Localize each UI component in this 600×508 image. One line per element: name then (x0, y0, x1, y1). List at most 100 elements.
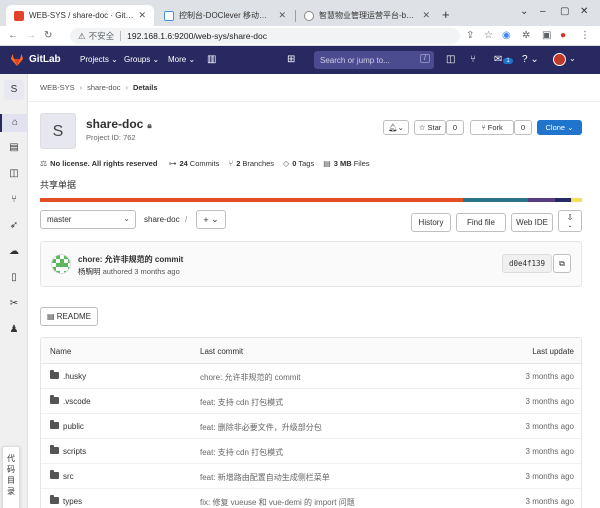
commit-message[interactable]: feat: 新增路由配置自动生成侧栏菜单 (200, 472, 330, 483)
profile-icon[interactable]: ● (560, 30, 566, 41)
folder-name[interactable]: .vscode (63, 397, 91, 406)
find-file-button[interactable]: Find file (456, 213, 506, 232)
new-tab-button[interactable]: + (442, 7, 450, 22)
branches-label: Branches (242, 158, 275, 168)
files-stat[interactable]: ▤ 3 MB Files (323, 159, 369, 168)
table-row[interactable]: .vscode feat: 支持 cdn 打包模式 3 months ago (41, 389, 581, 414)
history-button[interactable]: History (411, 213, 451, 232)
fork-count[interactable]: 0 (514, 120, 532, 135)
user-avatar[interactable] (553, 53, 566, 66)
rocket-icon: ➶ (9, 220, 19, 231)
nav-more[interactable]: More ⌄ (168, 55, 195, 64)
language-segment[interactable] (527, 198, 555, 202)
readme-button[interactable]: ▤ README (40, 307, 98, 326)
admin-chart-icon[interactable]: ▥ (207, 54, 216, 65)
folder-name[interactable]: types (63, 497, 82, 506)
breadcrumb-current[interactable]: Details (133, 83, 158, 92)
breadcrumb-group[interactable]: WEB-SYS (40, 83, 75, 92)
language-segment[interactable] (554, 198, 572, 202)
language-segment[interactable] (40, 198, 463, 202)
close-tab-icon[interactable]: ✕ (274, 10, 286, 21)
commit-message[interactable]: feat: 删除非必要文件，升级部分包 (200, 422, 322, 433)
url-field[interactable]: ⚠ 不安全 192.168.1.6:9200/web-sys/share-doc (70, 28, 460, 44)
extensions-puzzle-icon[interactable]: ✲ (522, 30, 530, 41)
commit-sha[interactable]: d0e4f139 (502, 254, 552, 273)
repo-path[interactable]: share-doc (144, 215, 180, 224)
close-tab-icon[interactable]: ✕ (418, 10, 430, 21)
extension-icon[interactable]: ◉ (502, 30, 511, 41)
issues-icon[interactable]: ◫ (446, 54, 455, 65)
commit-title[interactable]: chore: 允许非规范的 commit (78, 254, 183, 265)
sidebar-item-members[interactable]: ♟ (0, 324, 28, 335)
sidebar-item-cicd[interactable]: ➶ (0, 220, 28, 231)
notification-button[interactable]: 🔔︎⌄ (383, 120, 409, 135)
gitlab-logo-icon[interactable] (10, 53, 24, 67)
code-directory-toggle[interactable]: 代 码 目 录 (2, 446, 20, 508)
create-new-icon[interactable]: ⊞ (287, 54, 295, 65)
table-row[interactable]: .husky chore: 允许非规范的 commit 3 months ago (41, 364, 581, 389)
folder-name[interactable]: public (63, 422, 84, 431)
help-icon[interactable]: ? ⌄ (522, 54, 539, 65)
table-row[interactable]: types fix: 修复 vueuse 和 vue-demi 的 import … (41, 489, 581, 508)
code-dir-char: 录 (7, 487, 15, 496)
web-ide-button[interactable]: Web IDE (511, 213, 553, 232)
commit-message[interactable]: feat: 支持 cdn 打包模式 (200, 397, 283, 408)
sidebar-item-operations[interactable]: ☁ (0, 246, 28, 257)
browser-tab[interactable]: 智慧物业管理运营平台-beta测试 ✕ (296, 5, 438, 26)
folder-name[interactable]: .husky (63, 372, 86, 381)
folder-name[interactable]: src (63, 472, 74, 481)
commit-message[interactable]: chore: 允许非规范的 commit (200, 372, 300, 383)
folder-name[interactable]: scripts (63, 447, 86, 456)
sidebar-item-project-overview[interactable]: ⌂ (0, 114, 28, 132)
table-row[interactable]: src feat: 新增路由配置自动生成侧栏菜单 3 months ago (41, 464, 581, 489)
sidepanel-icon[interactable]: ▣ (542, 30, 551, 41)
commit-message[interactable]: fix: 修复 vueuse 和 vue-demi 的 import 问题 (200, 497, 355, 508)
reload-icon[interactable]: ↻ (44, 30, 52, 41)
sidebar-item-snippets[interactable]: ✂ (0, 298, 28, 309)
share-icon[interactable]: ⇪ (466, 30, 474, 41)
star-count[interactable]: 0 (446, 120, 464, 135)
maximize-icon[interactable]: ▢ (560, 6, 569, 17)
sidebar-item-merge-requests[interactable]: ⑂ (0, 194, 28, 205)
sidebar-item-wiki[interactable]: ▯ (0, 272, 28, 283)
language-segment[interactable] (462, 198, 528, 202)
merge-requests-icon[interactable]: ⑂ (470, 54, 476, 65)
commits-stat[interactable]: ⊶ 24 Commits (168, 159, 219, 168)
branches-stat[interactable]: ⑂ 2 Branches (228, 159, 274, 168)
bookmark-star-icon[interactable]: ☆ (484, 30, 493, 41)
language-segment[interactable] (571, 198, 582, 202)
forward-icon[interactable]: → (26, 30, 36, 41)
branch-selector[interactable]: master ⌄ (40, 210, 136, 229)
copy-sha-button[interactable]: ⧉ (553, 254, 571, 273)
tags-stat[interactable]: ◇ 0 Tags (283, 159, 314, 168)
user-menu-chevron-icon[interactable]: ⌄ (569, 54, 576, 63)
download-button[interactable]: ⇩ ⌄ (558, 210, 582, 232)
nav-projects[interactable]: Projects ⌄ (80, 55, 118, 64)
star-button[interactable]: ☆ Star (414, 120, 446, 135)
table-row[interactable]: scripts feat: 支持 cdn 打包模式 3 months ago (41, 439, 581, 464)
close-tab-icon[interactable]: ✕ (134, 10, 146, 21)
sidebar-item-issues[interactable]: ◫ (0, 168, 28, 179)
tab-search-icon[interactable]: ⌄ (520, 6, 528, 17)
fork-button[interactable]: ⑂ Fork (470, 120, 514, 135)
browser-tab[interactable]: WEB-SYS / share-doc · GitLab ✕ (6, 5, 154, 26)
browser-tab[interactable]: 控制台-DOClever 移动时代最流行 ✕ (156, 5, 294, 26)
commit-message[interactable]: feat: 支持 cdn 打包模式 (200, 447, 283, 458)
todos-icon[interactable]: ✉ 1 (494, 54, 513, 65)
commit-author-avatar[interactable] (51, 254, 71, 274)
commit-author[interactable]: 杨騊明 (78, 267, 101, 276)
gitlab-brand[interactable]: GitLab (29, 54, 61, 65)
minimize-icon[interactable]: – (540, 6, 546, 17)
table-row[interactable]: public feat: 删除非必要文件，升级部分包 3 months ago (41, 414, 581, 439)
close-window-icon[interactable]: ✕ (580, 6, 588, 17)
sidebar-project-avatar[interactable]: S (4, 80, 24, 100)
license-stat[interactable]: ⚖ No license. All rights reserved (40, 159, 159, 168)
back-icon[interactable]: ← (8, 30, 18, 41)
clone-button[interactable]: Clone ⌄ (537, 120, 582, 135)
sidebar-item-repository[interactable]: ▤ (0, 142, 28, 153)
browser-menu-icon[interactable]: ⋮ (580, 30, 590, 41)
nav-groups[interactable]: Groups ⌄ (124, 55, 159, 64)
add-file-dropdown[interactable]: + ⌄ (196, 210, 226, 229)
search-input[interactable]: Search or jump to... / (314, 51, 434, 69)
breadcrumb-project[interactable]: share-doc (87, 83, 120, 92)
